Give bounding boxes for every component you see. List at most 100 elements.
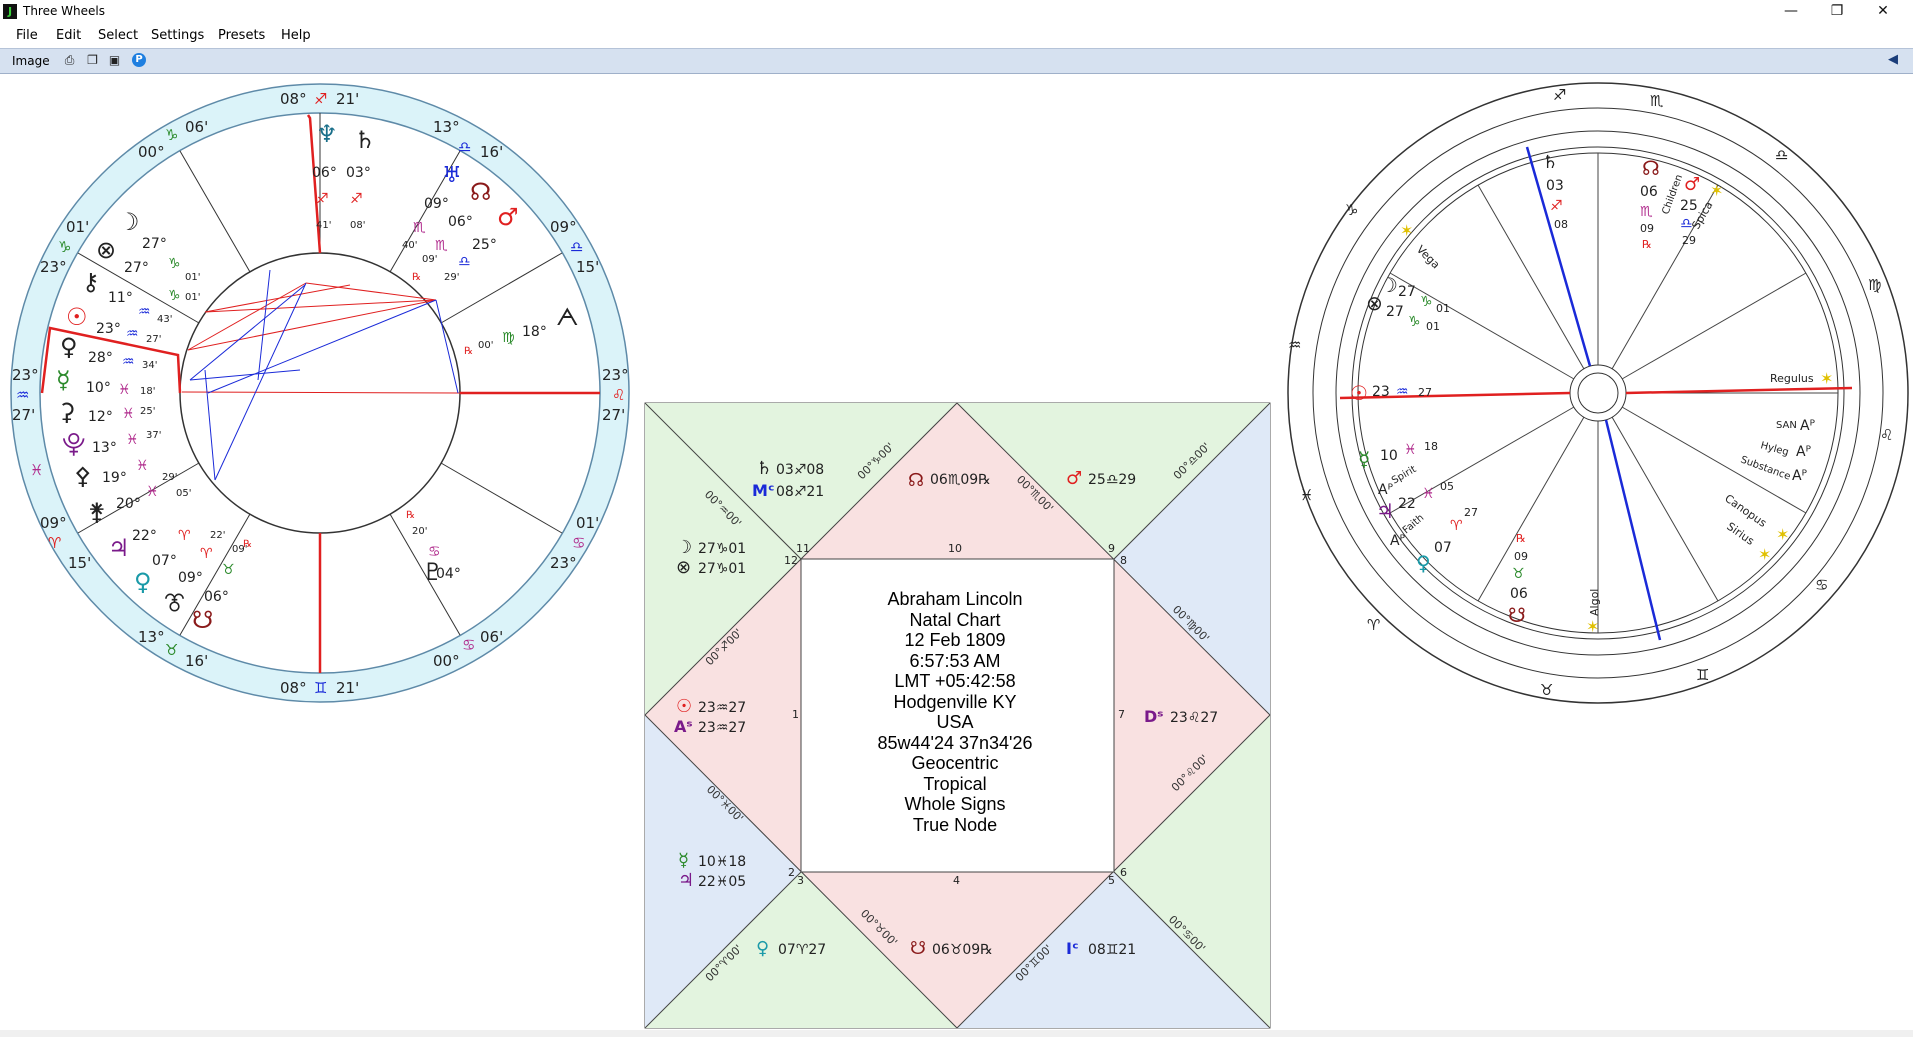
chiron-min: 43' bbox=[157, 314, 172, 325]
star-vega-icon: ✶ bbox=[1400, 221, 1413, 240]
house-num-5: 5 bbox=[1108, 874, 1115, 887]
saturn-icon: ♄ bbox=[354, 126, 376, 154]
sign-aries-icon: ♈ bbox=[1367, 616, 1380, 634]
house-num-1: 1 bbox=[792, 708, 799, 721]
menu-select[interactable]: Select bbox=[98, 28, 138, 43]
minimize-button[interactable]: — bbox=[1768, 0, 1814, 24]
menu-settings[interactable]: Settings bbox=[151, 28, 204, 43]
r-fortune-icon: ⊗ bbox=[1366, 291, 1383, 315]
copy-icon[interactable]: ❐ bbox=[85, 53, 100, 68]
r-fortune-deg: 27 bbox=[1386, 304, 1404, 320]
r-node-deg: 06 bbox=[1640, 184, 1658, 200]
neptune-icon: ♆ bbox=[316, 120, 338, 148]
r-fortune-min: 01 bbox=[1426, 320, 1440, 333]
house-num-12: 12 bbox=[784, 554, 798, 567]
sign-gemini-icon: ♊ bbox=[1696, 666, 1709, 684]
sun-deg: 23° bbox=[96, 321, 121, 337]
mercury-deg: 10° bbox=[86, 380, 111, 396]
collapse-panel-icon[interactable]: ◀ bbox=[1888, 52, 1898, 67]
juno-icon: ⚴ bbox=[74, 462, 92, 490]
r-mercury-min: 18 bbox=[1424, 440, 1438, 453]
r-moon-min: 01 bbox=[1436, 302, 1450, 315]
cusp-12-deg: 09° bbox=[550, 218, 577, 236]
jupiter-icon: ♃ bbox=[108, 534, 130, 562]
menu-bar: File Edit Select Settings Presets Help bbox=[0, 24, 1913, 48]
pallas-min: 25' bbox=[140, 406, 155, 417]
vesta-deg: 20° bbox=[116, 496, 141, 512]
star-canopus-icon: ✶ bbox=[1776, 525, 1789, 544]
info-place: Hodgenville KY bbox=[893, 691, 1017, 712]
info-centric: Geocentric bbox=[911, 753, 999, 773]
info-name: Abraham Lincoln bbox=[887, 589, 1023, 609]
house-num-2: 2 bbox=[788, 866, 795, 879]
sign-leo-icon: ♌ bbox=[1880, 426, 1893, 444]
r-saturn-sign-icon: ♐ bbox=[1550, 198, 1563, 214]
sq-fortune-icon: ⊗ bbox=[676, 557, 691, 578]
venus-retro: ℞ bbox=[243, 539, 252, 550]
south-node-icon: ☋ bbox=[192, 606, 213, 634]
cusp-11-min: 16' bbox=[480, 143, 503, 161]
jupiter-deg: 22° bbox=[132, 528, 157, 544]
uranus-sign: ♏ bbox=[413, 220, 426, 236]
help-icon[interactable]: P bbox=[132, 53, 146, 67]
chiron-icon: ⚷ bbox=[82, 268, 100, 296]
south-node-deg: 06° bbox=[204, 589, 229, 605]
neptune-deg: 06° bbox=[312, 165, 337, 181]
sun-icon: ☉ bbox=[66, 303, 88, 331]
cusp-2-sign: ♈ bbox=[48, 534, 61, 552]
vesta-icon: ⚵ bbox=[88, 498, 106, 526]
right-natal-wheel: ♐ ♎ ♍ ♌ ♋ ♊ ♉ ♈ ♓ ♒ ♑ ♏ ♄ 03 ♐ 08 ☊ 06 ♏… bbox=[1287, 82, 1909, 704]
r-node-sign-icon: ♏ bbox=[1640, 204, 1653, 220]
pluto-icon: ⯓ bbox=[62, 430, 85, 458]
app-icon: J bbox=[3, 4, 17, 19]
info-zodiac: Tropical bbox=[923, 773, 987, 794]
pluto-sign: ♓ bbox=[126, 432, 139, 448]
sq-south-node-icon: ☋ bbox=[910, 938, 926, 959]
r-moon-sign-icon: ♑ bbox=[1420, 294, 1433, 310]
charts-canvas: 08° ♐ 21' 13° 16' ♎ 09° 15' ♎ 23° 27' ♌ … bbox=[10, 82, 1909, 1029]
jupiter-sign: ♈ bbox=[178, 528, 191, 544]
hygiea-deg: 07° bbox=[152, 553, 177, 569]
r-saturn-icon: ♄ bbox=[1542, 152, 1558, 173]
r-sun-min: 27 bbox=[1418, 386, 1432, 399]
r-sun-deg: 23 bbox=[1372, 384, 1390, 400]
menu-edit[interactable]: Edit bbox=[56, 28, 81, 43]
part-deg: 18° bbox=[522, 324, 547, 340]
cusp-11b-deg: 00° bbox=[138, 143, 165, 161]
sq-mc-icon: Mᶜ bbox=[752, 481, 775, 500]
star-regulus-icon: ✶ bbox=[1820, 369, 1833, 388]
sq-desc-icon: Dˢ bbox=[1144, 707, 1163, 726]
r-mercury-icon: ☿ bbox=[1358, 447, 1370, 471]
venus2-min: 34' bbox=[142, 360, 157, 371]
part-substance-icon: Aᴾ bbox=[1792, 468, 1808, 484]
neptune-sign: ♐ bbox=[316, 191, 329, 207]
sq-asc-icon: Aˢ bbox=[674, 717, 692, 736]
cusp-9-deg: 00° bbox=[433, 652, 460, 670]
cusp-12b-min: 01' bbox=[66, 218, 89, 236]
menu-help[interactable]: Help bbox=[281, 28, 311, 43]
image-tab[interactable]: Image bbox=[12, 54, 50, 68]
right-wheel-hub-inner bbox=[1577, 372, 1619, 414]
save-icon[interactable]: ▣ bbox=[107, 53, 122, 68]
sq-h10-value: 06♏09℞ bbox=[930, 472, 991, 488]
menu-presets[interactable]: Presets bbox=[218, 28, 265, 43]
part-san-icon: Aᴾ bbox=[1800, 418, 1816, 434]
part-faith-icon: Aᴾ bbox=[1390, 533, 1406, 549]
menu-file[interactable]: File bbox=[16, 28, 38, 43]
sq-sun-icon: ☉ bbox=[676, 696, 692, 717]
close-button[interactable]: ✕ bbox=[1860, 0, 1906, 24]
venus-deg: 09° bbox=[178, 570, 203, 586]
ic-minutes: 21' bbox=[336, 679, 359, 697]
window-title: Three Wheels bbox=[23, 4, 106, 18]
restore-button[interactable]: ❐ bbox=[1814, 0, 1860, 24]
sq-h12-fortune: 27♑01 bbox=[698, 561, 746, 577]
juno-sign: ♓ bbox=[136, 458, 149, 474]
moon-icon: ☽ bbox=[118, 208, 140, 236]
uranus-min: 40' bbox=[402, 240, 417, 251]
r-venus-sign-icon: ♈ bbox=[1450, 518, 1463, 534]
venus-icon: ♀ bbox=[134, 568, 152, 596]
printer-icon[interactable]: ⎙ bbox=[62, 53, 77, 68]
r-venus-min: 27 bbox=[1464, 506, 1478, 519]
r-jupiter-min: 05 bbox=[1440, 480, 1454, 493]
r-mars-icon: ♂ bbox=[1684, 174, 1700, 195]
